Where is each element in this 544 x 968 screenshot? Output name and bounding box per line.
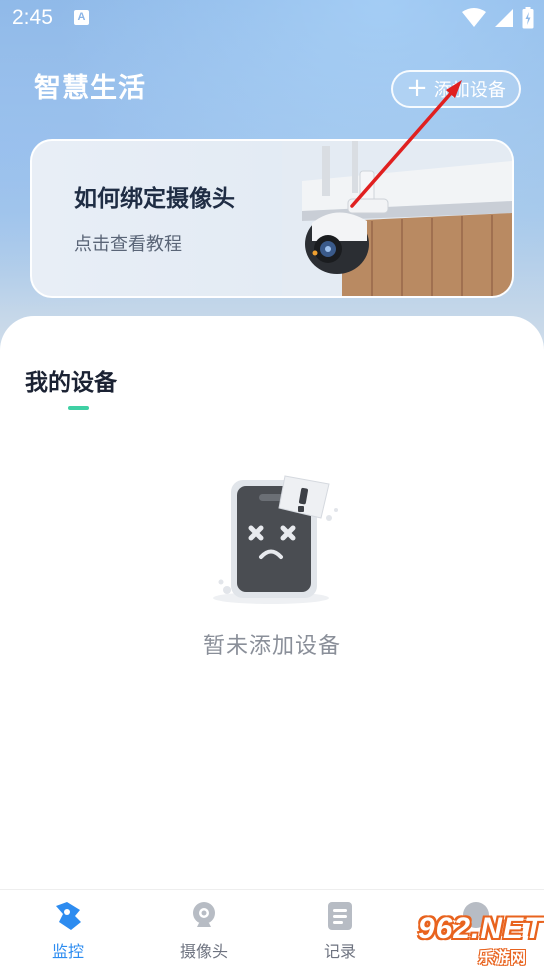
status-time: 2:45 — [12, 6, 53, 29]
banner-subtitle: 点击查看教程 — [74, 234, 182, 255]
security-camera-illustration — [282, 141, 512, 296]
battery-icon — [522, 7, 534, 29]
banner-title: 如何绑定摄像头 — [74, 186, 235, 212]
nav-label-record: 记录 — [323, 942, 356, 961]
tutorial-banner[interactable]: 如何绑定摄像头 点击查看教程 — [30, 139, 514, 298]
status-bar: 2:45 A — [0, 0, 544, 36]
section-title: 我的设备 — [25, 370, 117, 396]
nav-item-profile[interactable] — [426, 890, 526, 968]
empty-state-text: 暂未添加设备 — [202, 634, 341, 659]
record-icon — [328, 902, 352, 930]
notification-badge-icon: A — [74, 10, 89, 25]
nav-label-camera: 摄像头 — [179, 942, 228, 961]
add-device-button[interactable]: + 添加设备 — [391, 70, 521, 108]
empty-device-icon — [213, 475, 338, 604]
nav-item-monitor[interactable]: 监控 — [18, 890, 118, 968]
signal-icon — [495, 9, 513, 27]
profile-icon — [463, 902, 489, 928]
camera-icon — [193, 902, 215, 927]
page-title: 智慧生活 — [34, 73, 146, 104]
app-screen: 2:45 A 智慧生活 + 添加设备 如何绑定摄像头 点击查看教程 我的设备 暂… — [0, 0, 544, 968]
add-device-label: 添加设备 — [433, 80, 506, 101]
nav-item-camera[interactable]: 摄像头 — [154, 890, 254, 968]
status-icons — [462, 7, 534, 29]
wifi-icon — [462, 8, 486, 27]
nav-item-record[interactable]: 记录 — [290, 890, 390, 968]
plus-icon: + — [406, 73, 428, 103]
monitor-icon — [56, 902, 81, 930]
nav-label-monitor: 监控 — [51, 942, 84, 961]
bottom-nav: 监控 摄像头 记录 — [0, 889, 544, 968]
content-sheet: 我的设备 暂未添加设备 — [0, 316, 544, 968]
section-underline — [68, 406, 89, 410]
